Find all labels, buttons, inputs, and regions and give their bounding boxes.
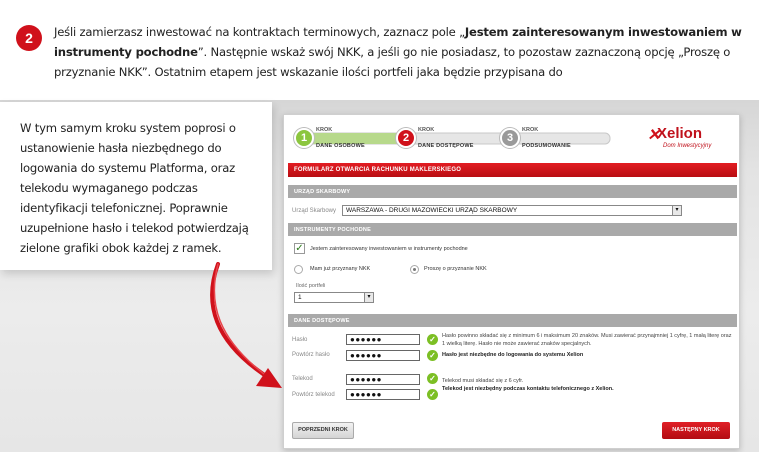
step-number-badge: 2	[16, 25, 42, 51]
section-urzad-header: URZĄD SKARBOWY	[288, 185, 737, 198]
logo-mark-icon: ✕	[647, 127, 661, 144]
powtorz-telekod-ok-icon: ✓	[427, 389, 438, 400]
portfele-label: Ilość portfeli	[296, 283, 326, 289]
powtorz-telekod-label: Powtórz telekod	[292, 392, 335, 398]
step-1-circle: 1	[294, 128, 314, 148]
previous-step-button[interactable]: POPRZEDNI KROK	[292, 422, 354, 439]
urzad-select-value: WARSZAWA - DRUGI MAZOWIECKI URZĄD SKARBO…	[346, 207, 518, 214]
form-screenshot-panel: 1 KROK DANE OSOBOWE 2 KROK DANE DOSTĘPOW…	[283, 114, 740, 449]
red-arrow-icon	[210, 262, 282, 388]
haslo-input[interactable]: ●●●●●●	[346, 334, 420, 345]
next-step-button[interactable]: NASTĘPNY KROK	[662, 422, 730, 439]
powtorz-telekod-input[interactable]: ●●●●●●	[346, 389, 420, 400]
telekod-input[interactable]: ●●●●●●	[346, 374, 420, 385]
telekod-hint-bold: Telekod jest niezbędny podczas kontaktu …	[442, 386, 614, 392]
step-1-name: DANE OSOBOWE	[316, 143, 365, 149]
logo-subtitle: Dom Inwestycyjny	[663, 143, 712, 149]
instrumenty-checkbox[interactable]: ✓	[294, 243, 305, 254]
form-title-bar: FORMULARZ OTWARCIA RACHUNKU MAKLERSKIEGO	[288, 163, 737, 177]
radio-prosze-nkk[interactable]	[410, 265, 419, 274]
powtorz-haslo-input[interactable]: ●●●●●●	[346, 350, 420, 361]
xelion-logo: Xelion ✕ Dom Inwestycyjny	[647, 125, 727, 155]
portfele-select-value: 1	[298, 294, 302, 301]
instrumenty-checkbox-label: Jestem zainteresowany inwestowaniem w in…	[310, 246, 468, 252]
section-dostep-header: DANE DOSTĘPOWE	[288, 314, 737, 327]
step-2-name: DANE DOSTĘPOWE	[418, 143, 474, 149]
logo-name: Xelion	[657, 125, 703, 142]
step-3-krok: KROK	[522, 127, 539, 133]
radio-prosze-nkk-label: Proszę o przyznanie NKK	[424, 266, 487, 272]
side-description: W tym samym kroku system poprosi o ustan…	[20, 121, 249, 255]
step-2-krok: KROK	[418, 127, 435, 133]
haslo-label: Hasło	[292, 337, 308, 343]
step-1-krok: KROK	[316, 127, 333, 133]
intro-text-1: Jeśli zamierzasz inwestować na kontrakta…	[54, 25, 465, 39]
step-3-circle: 3	[500, 128, 520, 148]
chevron-down-icon: ▾	[672, 206, 681, 215]
stepper-track	[299, 132, 611, 145]
stepper: 1 KROK DANE OSOBOWE 2 KROK DANE DOSTĘPOW…	[292, 123, 622, 157]
telekod-hint: Telekod musi składać się z 6 cyfr.	[442, 378, 524, 384]
powtorz-haslo-ok-icon: ✓	[427, 350, 438, 361]
telekod-label: Telekod	[292, 376, 313, 382]
powtorz-haslo-label: Powtórz hasło	[292, 352, 330, 358]
chevron-down-icon: ▾	[364, 293, 373, 302]
haslo-hint: Hasło powinno składać się z minimum 6 i …	[442, 333, 732, 347]
intro-paragraph: Jeśli zamierzasz inwestować na kontrakta…	[54, 22, 744, 82]
radio-mam-nkk-label: Mam już przyznany NKK	[310, 266, 371, 272]
step-2-circle: 2	[396, 128, 416, 148]
radio-mam-nkk[interactable]	[294, 265, 303, 274]
haslo-ok-icon: ✓	[427, 334, 438, 345]
haslo-hint-bold: Hasło jest niezbędne do logowania do sys…	[442, 352, 584, 358]
portfele-select[interactable]: 1 ▾	[294, 292, 374, 303]
section-instrumenty-header: INSTRUMENTY POCHODNE	[288, 223, 737, 236]
urzad-label: Urząd Skarbowy	[292, 208, 337, 214]
step-3-name: PODSUMOWANIE	[522, 143, 571, 149]
urzad-select[interactable]: WARSZAWA - DRUGI MAZOWIECKI URZĄD SKARBO…	[342, 205, 682, 216]
telekod-ok-icon: ✓	[427, 373, 438, 384]
